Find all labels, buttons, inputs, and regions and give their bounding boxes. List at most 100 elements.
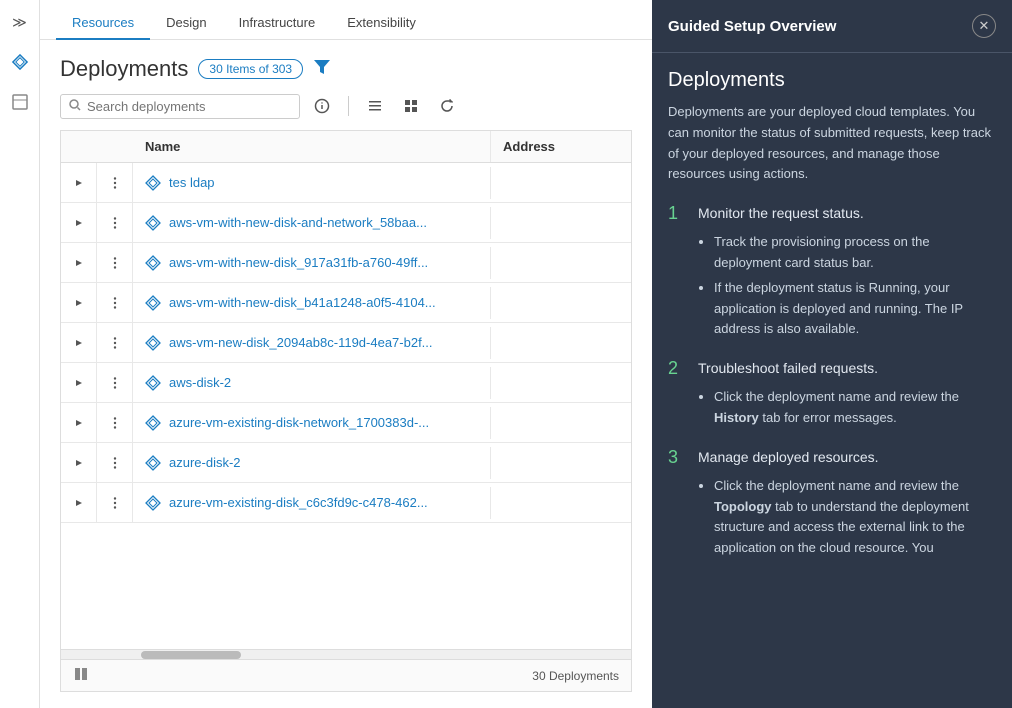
step-3: 3 Manage deployed resources. Click the d… — [668, 447, 996, 559]
list-view-btn[interactable] — [361, 92, 389, 120]
step-1: 1 Monitor the request status. Track the … — [668, 203, 996, 340]
expand-cell[interactable] — [61, 483, 97, 522]
left-sidebar: ≫ — [0, 0, 40, 708]
step-title: Manage deployed resources. — [698, 447, 879, 465]
close-panel-btn[interactable]: ✕ — [972, 14, 996, 38]
footer-count: 30 Deployments — [532, 669, 619, 683]
tab-infrastructure[interactable]: Infrastructure — [223, 7, 332, 40]
action-cell[interactable] — [97, 203, 133, 242]
expand-cell[interactable] — [61, 443, 97, 482]
tab-design[interactable]: Design — [150, 7, 222, 40]
expand-cell[interactable] — [61, 323, 97, 362]
panel-content[interactable]: Deployments Deployments are your deploye… — [652, 53, 1012, 708]
action-cell[interactable] — [97, 243, 133, 282]
action-cell[interactable] — [97, 363, 133, 402]
top-nav: Resources Design Infrastructure Extensib… — [40, 0, 652, 40]
table-row: aws-vm-with-new-disk_917a31fb-a760-49ff.… — [61, 243, 631, 283]
action-cell[interactable] — [97, 443, 133, 482]
table-scroll[interactable]: tes ldap aws-vm-with-new-disk-and-networ… — [61, 163, 631, 649]
info-btn[interactable] — [308, 92, 336, 120]
action-cell[interactable] — [97, 403, 133, 442]
address-col-header: Address — [491, 131, 631, 162]
address-cell — [491, 495, 631, 511]
expand-icon: ≫ — [12, 14, 27, 31]
main-content: Resources Design Infrastructure Extensib… — [40, 0, 652, 708]
deployment-name: aws-vm-with-new-disk-and-network_58baa..… — [169, 215, 427, 230]
step-number: 3 — [668, 447, 688, 468]
name-cell[interactable]: aws-vm-with-new-disk_917a31fb-a760-49ff.… — [133, 247, 491, 279]
step-title: Troubleshoot failed requests. — [698, 358, 878, 376]
name-cell[interactable]: tes ldap — [133, 167, 491, 199]
table-row: aws-vm-new-disk_2094ab8c-119d-4ea7-b2f..… — [61, 323, 631, 363]
action-cell[interactable] — [97, 283, 133, 322]
action-cell[interactable] — [97, 163, 133, 202]
table-header: Name Address — [61, 131, 631, 163]
table-rows-container: tes ldap aws-vm-with-new-disk-and-networ… — [61, 163, 631, 523]
page-area: Deployments 30 Items of 303 — [40, 40, 652, 708]
panel-title: Guided Setup Overview — [668, 18, 836, 35]
name-cell[interactable]: aws-disk-2 — [133, 367, 491, 399]
address-cell — [491, 215, 631, 231]
name-cell[interactable]: aws-vm-with-new-disk-and-network_58baa..… — [133, 207, 491, 239]
deployment-name: tes ldap — [169, 175, 215, 190]
expand-cell[interactable] — [61, 163, 97, 202]
sidebar-toggle-btn[interactable]: ≫ — [6, 8, 34, 36]
action-cell[interactable] — [97, 323, 133, 362]
step-bullet: Track the provisioning process on the de… — [714, 232, 996, 274]
address-cell — [491, 375, 631, 391]
scroll-thumb — [141, 651, 241, 659]
name-cell[interactable]: azure-disk-2 — [133, 447, 491, 479]
table-row: aws-vm-with-new-disk-and-network_58baa..… — [61, 203, 631, 243]
steps-container: 1 Monitor the request status. Track the … — [668, 203, 996, 559]
horizontal-scrollbar[interactable] — [61, 649, 631, 659]
search-box[interactable] — [60, 94, 300, 119]
table-row: aws-disk-2 — [61, 363, 631, 403]
address-cell — [491, 335, 631, 351]
step-header: 2 Troubleshoot failed requests. — [668, 358, 996, 379]
toolbar-separator — [348, 96, 349, 116]
expand-cell[interactable] — [61, 283, 97, 322]
step-bullets: Click the deployment name and review the… — [698, 476, 996, 559]
expand-cell[interactable] — [61, 203, 97, 242]
table-row: aws-vm-with-new-disk_b41a1248-a0f5-4104.… — [61, 283, 631, 323]
step-number: 2 — [668, 358, 688, 379]
table-row: azure-disk-2 — [61, 443, 631, 483]
right-panel: Guided Setup Overview ✕ Deployments Depl… — [652, 0, 1012, 708]
table-footer: 30 Deployments — [61, 659, 631, 691]
tab-resources[interactable]: Resources — [56, 7, 150, 40]
table-row: tes ldap — [61, 163, 631, 203]
step-bullets: Track the provisioning process on the de… — [698, 232, 996, 340]
step-bullet: Click the deployment name and review the… — [714, 387, 996, 429]
step-header: 1 Monitor the request status. — [668, 203, 996, 224]
footer-left — [73, 666, 89, 685]
expand-cell[interactable] — [61, 243, 97, 282]
toolbar — [60, 92, 632, 120]
action-cell[interactable] — [97, 483, 133, 522]
table-row: azure-vm-existing-disk-network_1700383d-… — [61, 403, 631, 443]
page-header: Deployments 30 Items of 303 — [60, 56, 632, 82]
box-nav-icon[interactable] — [6, 88, 34, 116]
address-cell — [491, 415, 631, 431]
address-cell — [491, 455, 631, 471]
name-cell[interactable]: aws-vm-new-disk_2094ab8c-119d-4ea7-b2f..… — [133, 327, 491, 359]
name-col-header: Name — [133, 131, 491, 162]
step-bullet: Click the deployment name and review the… — [714, 476, 996, 559]
step-bullet: If the deployment status is Running, you… — [714, 278, 996, 340]
name-cell[interactable]: aws-vm-with-new-disk_b41a1248-a0f5-4104.… — [133, 287, 491, 319]
name-cell[interactable]: azure-vm-existing-disk_c6c3fd9c-c478-462… — [133, 487, 491, 519]
search-icon — [69, 99, 81, 114]
refresh-btn[interactable] — [433, 92, 461, 120]
expand-cell[interactable] — [61, 403, 97, 442]
items-badge: 30 Items of 303 — [198, 59, 303, 79]
expand-cell[interactable] — [61, 363, 97, 402]
step-2: 2 Troubleshoot failed requests. Click th… — [668, 358, 996, 429]
columns-icon[interactable] — [73, 666, 89, 685]
tab-extensibility[interactable]: Extensibility — [331, 7, 432, 40]
filter-icon[interactable] — [313, 58, 331, 81]
name-cell[interactable]: azure-vm-existing-disk-network_1700383d-… — [133, 407, 491, 439]
address-cell — [491, 175, 631, 191]
diamond-nav-icon[interactable] — [6, 48, 34, 76]
step-number: 1 — [668, 203, 688, 224]
search-input[interactable] — [87, 99, 291, 114]
grid-view-btn[interactable] — [397, 92, 425, 120]
